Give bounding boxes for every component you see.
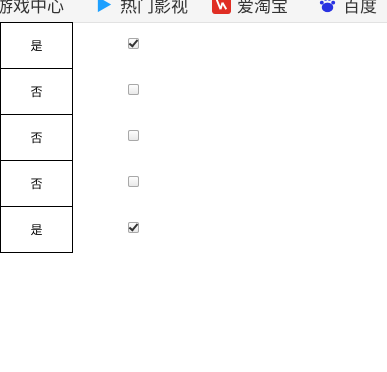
play-video-icon: [97, 0, 112, 12]
bookmarks-bar: 游戏中心 热门影视 爱淘宝 百度: [0, 0, 387, 23]
answer-cell: 否: [0, 160, 73, 207]
bookmark-label: 百度: [343, 0, 377, 17]
bookmark-baidu[interactable]: 百度: [318, 0, 377, 17]
row-checkbox[interactable]: [128, 176, 139, 187]
bookmark-label: 爱淘宝: [237, 0, 288, 17]
aitaobao-icon: [212, 0, 231, 14]
row-checkbox[interactable]: [128, 38, 139, 49]
row-checkbox[interactable]: [128, 222, 139, 233]
answer-cell: 是: [0, 206, 73, 253]
bookmark-label: 游戏中心: [0, 0, 64, 17]
bookmark-hot-video[interactable]: 热门影视: [95, 0, 188, 17]
row-checkbox[interactable]: [128, 130, 139, 141]
bookmark-label: 热门影视: [120, 0, 188, 17]
baidu-paw-icon: [319, 0, 336, 12]
answer-cell: 否: [0, 68, 73, 115]
row-checkbox[interactable]: [128, 84, 139, 95]
bookmark-aitaobao[interactable]: 爱淘宝: [212, 0, 288, 17]
answer-cell: 是: [0, 22, 73, 69]
answer-cell: 否: [0, 114, 73, 161]
bookmark-game-center[interactable]: 游戏中心: [0, 0, 64, 17]
